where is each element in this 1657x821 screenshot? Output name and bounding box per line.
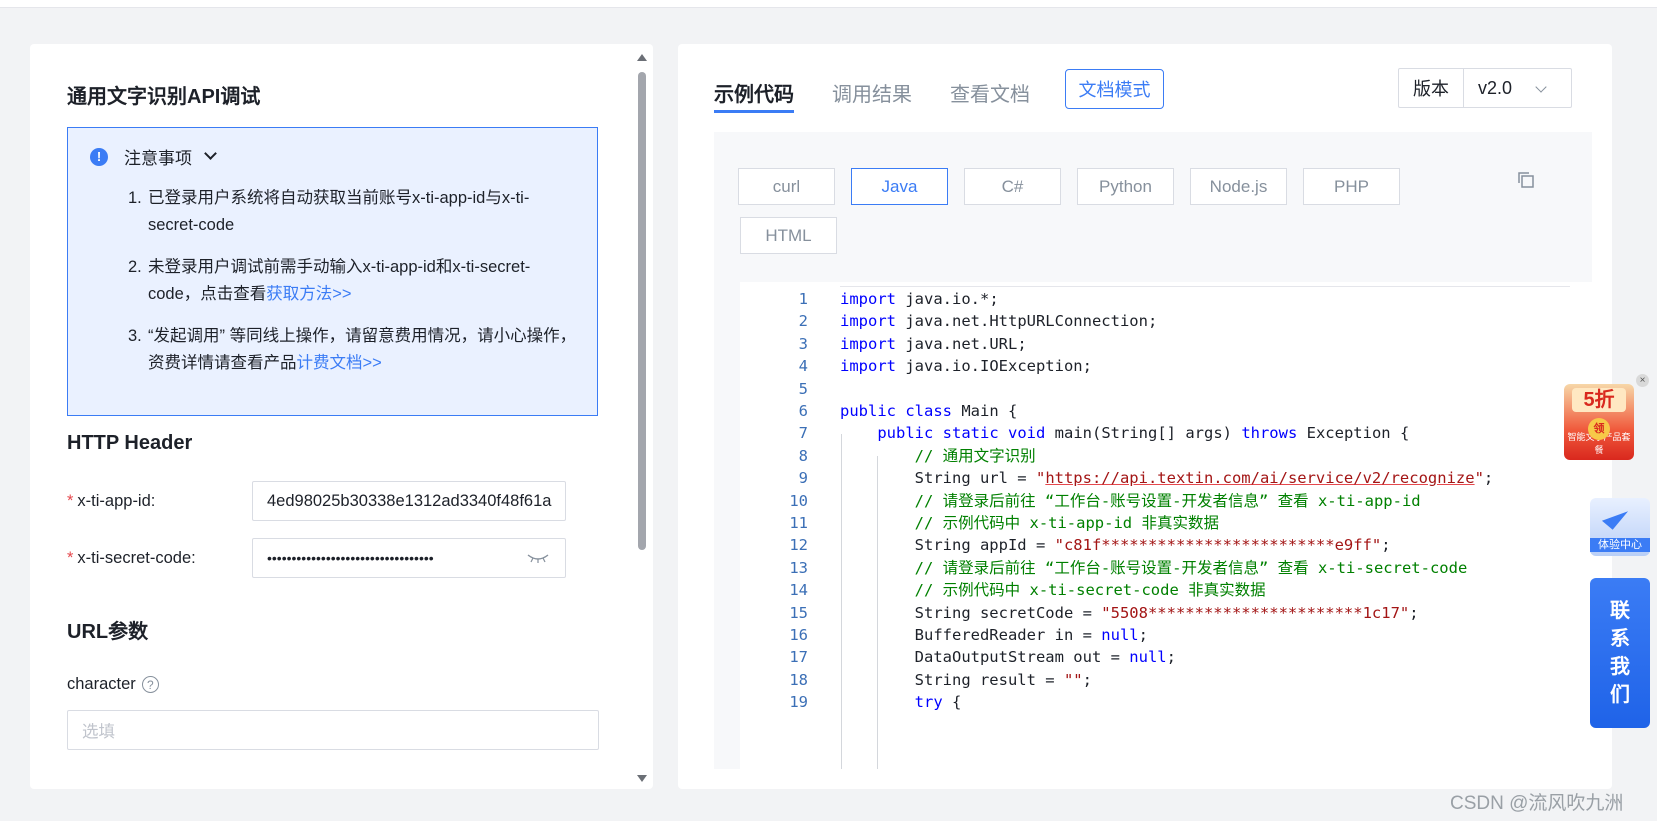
secret-code-label: * x-ti-secret-code: <box>67 549 196 567</box>
code-text: public static void main(String[] args) t… <box>877 424 1410 443</box>
line-number: 15 <box>789 603 808 622</box>
line-number: 9 <box>798 469 808 488</box>
code-text: BufferedReader in = null; <box>840 626 1148 644</box>
version-value: v2.0 <box>1478 77 1513 98</box>
doc-mode-button[interactable]: 文档模式 <box>1065 69 1164 109</box>
code-editor[interactable]: 1 import java.io.*; 2 import java.net.HttpU… <box>740 282 1592 769</box>
notice-list: 1. 已登录用户系统将自动获取当前账号x-ti-app-id与x-ti-secr… <box>128 185 578 392</box>
character-input[interactable]: 选填 <box>67 710 599 750</box>
code-text: // 示例代码中 x-ti-app-id 非真实数据 <box>914 514 1219 532</box>
get-method-link[interactable]: 获取方法>> <box>266 285 351 303</box>
code-text: String secretCode = "5508***************… <box>840 603 1419 622</box>
code-panel: 示例代码 调用结果 查看文档 文档模式 版本 v2.0 curl Java C#… <box>678 44 1612 789</box>
code-text: import java.net.URL; <box>840 334 1027 353</box>
code-text: // 示例代码中 x-ti-secret-code 非真实数据 <box>914 581 1266 600</box>
watermark: CSDN @流风吹九洲 <box>1450 793 1624 814</box>
api-debug-panel: 通用文字识别API调试 ! 注意事项 1. 已登录用户系统将自动获取当前账号x-… <box>30 44 653 789</box>
line-number: 12 <box>789 536 808 555</box>
lang-java[interactable]: Java <box>851 168 948 205</box>
promo-coin-icon: 领 <box>1588 418 1610 440</box>
code-text: import java.net.HttpURLConnection; <box>840 312 1158 331</box>
scroll-up-arrow-icon[interactable] <box>637 54 647 61</box>
scroll-down-arrow-icon[interactable] <box>637 775 647 782</box>
lang-html[interactable]: HTML <box>740 217 837 254</box>
lang-curl[interactable]: curl <box>738 168 835 205</box>
line-number: 11 <box>789 514 808 532</box>
line-number: 16 <box>789 626 808 644</box>
notice-box: ! 注意事项 1. 已登录用户系统将自动获取当前账号x-ti-app-id与x-… <box>67 127 598 416</box>
code-text: // 通用文字识别 <box>914 446 1036 465</box>
line-number: 7 <box>798 424 808 443</box>
contact-us-button[interactable]: 联 系 我 们 <box>1590 578 1650 728</box>
code-divider <box>840 286 1570 287</box>
line-number: 10 <box>789 491 808 510</box>
experience-center-label: 体验中心 <box>1590 538 1650 552</box>
top-bar <box>0 0 1657 8</box>
http-header-title: HTTP Header <box>67 432 193 454</box>
code-area: curl Java C# Python Node.js PHP HTML 1 im… <box>714 132 1592 769</box>
secret-code-input[interactable]: •••••••••••••••••••••••••••••••••• <box>252 538 566 578</box>
app-id-label: * x-ti-app-id: <box>67 492 156 510</box>
code-text: // 请登录后前往 “工作台-账号设置-开发者信息” 查看 x-ti-secre… <box>914 558 1468 577</box>
panel-title: 通用文字识别API调试 <box>67 86 261 108</box>
help-icon[interactable]: ? <box>141 676 159 694</box>
code-text: public class Main { <box>840 402 1018 420</box>
code-text: DataOutputStream out = null; <box>840 648 1176 667</box>
code-text: String appId = "c81f********************… <box>840 536 1391 555</box>
eye-closed-icon[interactable] <box>527 553 549 563</box>
scroll-thumb[interactable] <box>638 72 646 550</box>
line-number: 17 <box>789 648 808 667</box>
app-id-input[interactable]: 4ed98025b30338e1312ad3340f48f61a <box>252 481 566 521</box>
info-icon: ! <box>90 147 108 166</box>
line-number: 6 <box>798 402 808 420</box>
notice-toggle[interactable]: ! 注意事项 <box>90 144 217 169</box>
copy-icon[interactable] <box>1516 170 1536 190</box>
line-number: 1 <box>798 290 808 308</box>
code-text: import java.io.IOException; <box>840 357 1092 376</box>
lang-nodejs[interactable]: Node.js <box>1190 168 1287 205</box>
notice-header: 注意事项 <box>124 149 192 168</box>
promo-discount: 5折 <box>1572 388 1626 412</box>
url-params-title: URL参数 <box>67 621 149 643</box>
tab-bar: 示例代码 调用结果 查看文档 <box>714 78 1068 113</box>
lang-php[interactable]: PHP <box>1303 168 1400 205</box>
code-text: try { <box>914 693 962 712</box>
line-number: 2 <box>798 312 808 331</box>
line-number: 5 <box>798 379 808 398</box>
code-text: String result = ""; <box>840 670 1092 689</box>
line-number: 18 <box>789 670 808 689</box>
experience-center-button[interactable]: 体验中心 <box>1590 498 1650 556</box>
version-label: 版本 <box>1399 69 1464 107</box>
notice-item-2: 2. 未登录用户调试前需手动输入x-ti-app-id和x-ti-secret-… <box>128 258 531 303</box>
close-icon[interactable]: × <box>1636 374 1649 387</box>
line-number: 4 <box>798 357 808 376</box>
code-text: import java.io.*; <box>840 290 999 308</box>
line-number: 13 <box>789 558 808 577</box>
code-text: String url = "https://api.textin.com/ai/… <box>840 469 1494 488</box>
tab-sample-code[interactable]: 示例代码 <box>714 78 794 113</box>
chevron-down-icon <box>204 147 217 160</box>
lang-csharp[interactable]: C# <box>964 168 1061 205</box>
lang-python[interactable]: Python <box>1077 168 1174 205</box>
notice-item-3: 3. “发起调用” 等同线上操作，请留意费用情况，请小心操作，资费详情请查看产品… <box>128 327 577 372</box>
version-select[interactable]: 版本 v2.0 <box>1398 68 1572 108</box>
tab-view-docs[interactable]: 查看文档 <box>950 78 1030 113</box>
line-number: 14 <box>789 581 808 600</box>
character-label: character? <box>67 675 159 694</box>
line-number: 3 <box>798 334 808 353</box>
line-number: 19 <box>789 693 808 712</box>
notice-item-1: 1. 已登录用户系统将自动获取当前账号x-ti-app-id与x-ti-secr… <box>128 189 530 234</box>
left-scrollbar[interactable] <box>635 52 649 782</box>
code-text: // 请登录后前往 “工作台-账号设置-开发者信息” 查看 x-ti-app-i… <box>914 491 1421 510</box>
paper-plane-icon <box>1601 502 1629 530</box>
billing-doc-link[interactable]: 计费文档>> <box>297 354 382 372</box>
promo-badge[interactable]: 5折 领 智能文字产品套餐 <box>1564 384 1634 460</box>
line-number: 8 <box>798 446 808 465</box>
tab-call-result[interactable]: 调用结果 <box>832 78 912 113</box>
